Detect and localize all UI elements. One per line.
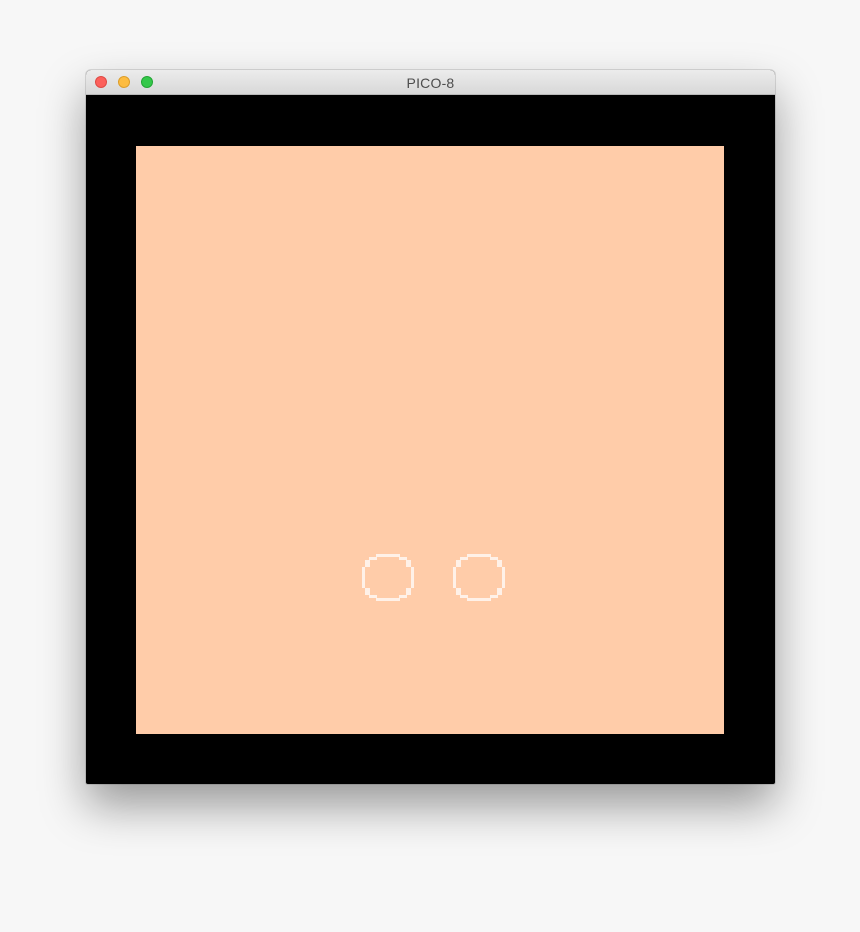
game-canvas: [362, 554, 505, 601]
title-bar[interactable]: PICO-8: [86, 70, 775, 95]
left-circle-sprite: [362, 554, 414, 601]
right-circle-sprite: [453, 554, 505, 601]
pico8-window: PICO-8: [86, 70, 775, 784]
game-screen[interactable]: [136, 146, 724, 734]
window-title: PICO-8: [406, 75, 455, 91]
